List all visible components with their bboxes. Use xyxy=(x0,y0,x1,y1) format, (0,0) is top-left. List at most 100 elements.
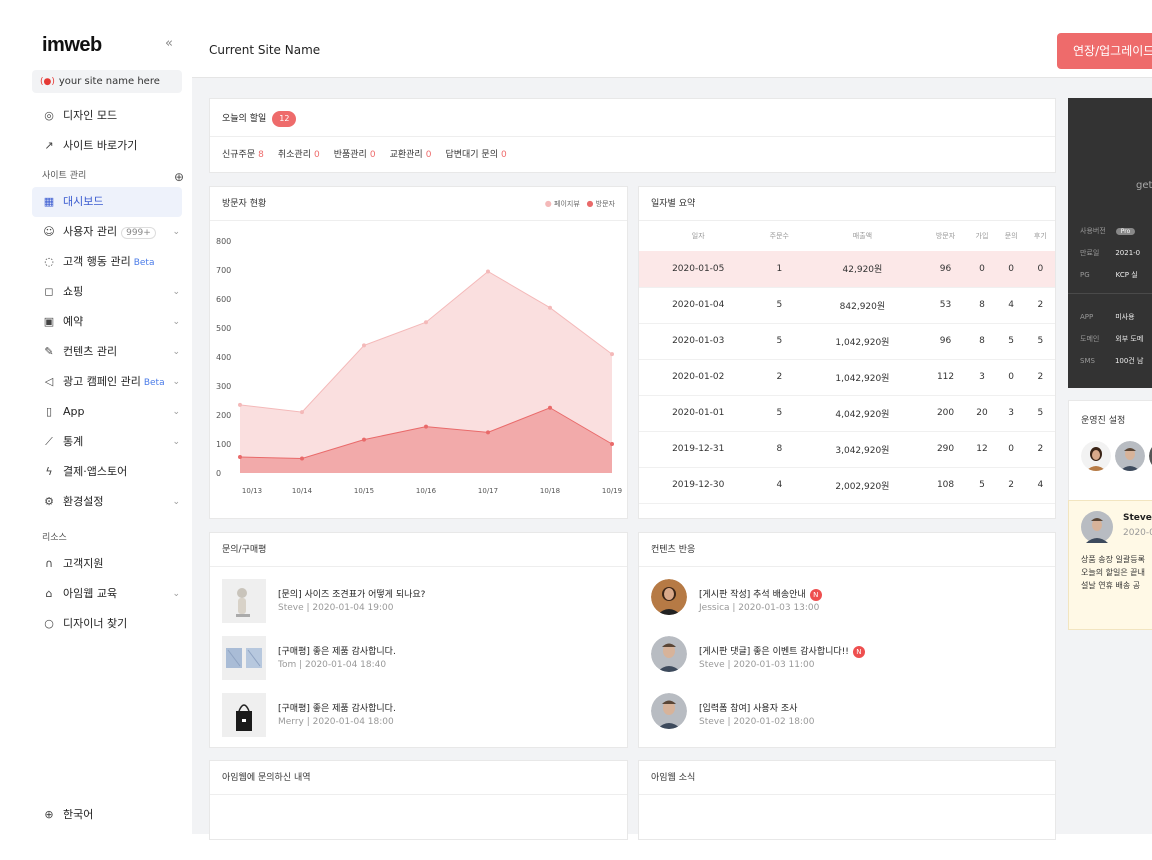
operator-avatar[interactable] xyxy=(1115,441,1145,471)
pg-value: KCP 실 xyxy=(1115,271,1138,279)
todo-stat[interactable]: 반품관리 0 xyxy=(334,150,376,160)
content-meta: Steve | 2020-01-02 18:00 xyxy=(699,717,815,727)
content-title: [입력폼 참여] 사용자 조사 xyxy=(699,704,798,714)
table-row[interactable]: 2020-01-02 2 1,042,920원 112 3 0 2 xyxy=(639,359,1055,396)
globe-icon: ⊕ xyxy=(44,808,54,821)
sidebar-item-gear[interactable]: ⚙ 환경설정 ⌄ xyxy=(22,487,192,517)
todo-stat[interactable]: 교환관리 0 xyxy=(390,150,432,160)
chevron-down-icon: ⌄ xyxy=(172,407,180,417)
sidebar-item-palette[interactable]: ◎ 디자인 모드 xyxy=(22,101,192,131)
content-title-line: [게시판 댓글] 좋은 이벤트 감사합니다!! N xyxy=(699,644,865,658)
sms-value: 100건 남 xyxy=(1114,357,1144,365)
operator-avatar[interactable] xyxy=(1081,441,1111,471)
sidebar-item-label: 광고 캠페인 관리 xyxy=(63,375,141,388)
daily-title: 일자별 요약 xyxy=(651,199,696,209)
y-tick-label: 600 xyxy=(216,295,231,304)
table-row[interactable]: 2019-12-31 8 3,042,920원 290 12 0 2 xyxy=(639,431,1055,468)
site-selector[interactable]: (●) your site name here xyxy=(32,70,182,93)
dashboard-icon: ▦ xyxy=(43,195,55,208)
sidebar-item-external-link[interactable]: ↗ 사이트 바로가기 xyxy=(22,131,192,161)
x-tick-label: 10/16 xyxy=(416,487,437,495)
inquiries-header: 문의/구매평 xyxy=(210,533,627,567)
table-cell: 42,920원 xyxy=(801,251,924,288)
table-cell: 2020-01-05 xyxy=(639,251,758,288)
sidebar-item-edit[interactable]: ✎ 컨텐츠 관리 ⌄ xyxy=(22,337,192,367)
data-point xyxy=(610,352,614,357)
sidebar-item-users[interactable]: ☺ 사용자 관리 999+ ⌄ xyxy=(22,217,192,247)
todo-stat[interactable]: 답변대기 문의 0 xyxy=(445,150,506,160)
sidebar-item-mobile[interactable]: ▯ App ⌄ xyxy=(22,397,192,427)
sidebar-item-target[interactable]: ◌ 고객 행동 관리 Beta xyxy=(22,247,192,277)
content-item[interactable]: [게시판 작성] 추석 배송안내 N Jessica | 2020-01-03 1… xyxy=(639,567,1055,624)
imweb-logo[interactable]: imweb xyxy=(42,34,102,57)
table-cell: 2020-01-04 xyxy=(639,287,758,324)
inquiry-item[interactable]: [구매평] 좋은 제품 감사합니다. Merry | 2020-01-04 18… xyxy=(210,681,627,738)
table-cell: 12 xyxy=(967,431,997,468)
sidebar-item-search[interactable]: ○ 디자이너 찾기 xyxy=(22,609,192,639)
domain-value: 외부 도메 xyxy=(1115,335,1144,343)
review-line: 오늘의 할일은 끝내 xyxy=(1081,568,1145,577)
sidebar-item-graduation[interactable]: ⌂ 아임웹 교육 ⌄ xyxy=(22,579,192,609)
y-tick-label: 300 xyxy=(216,382,231,391)
sidebar-item-label: 컨텐츠 관리 xyxy=(63,345,118,358)
search-icon: ○ xyxy=(44,617,54,630)
todo-stat[interactable]: 신규주문 8 xyxy=(222,150,264,160)
sidebar-item-bolt[interactable]: ϟ 결제·앱스토어 xyxy=(22,457,192,487)
todo-stat-label: 답변대기 문의 xyxy=(445,150,498,160)
sidebar-item-label: 사용자 관리 xyxy=(63,225,118,238)
table-row[interactable]: 2020-01-03 5 1,042,920원 96 8 5 5 xyxy=(639,323,1055,360)
y-tick-label: 0 xyxy=(216,469,221,478)
chevron-down-icon: ⌄ xyxy=(172,589,180,599)
contents-title: 컨텐츠 반응 xyxy=(651,545,696,555)
table-cell: 2,002,920원 xyxy=(801,467,924,504)
todo-stat-value: 0 xyxy=(313,150,320,160)
table-cell: 2 xyxy=(1025,287,1055,324)
graduation-icon: ⌂ xyxy=(45,587,53,600)
data-point xyxy=(238,455,242,460)
table-row[interactable]: 2020-01-04 5 842,920원 53 8 4 2 xyxy=(639,287,1055,324)
content-item[interactable]: [입력폼 참여] 사용자 조사 Steve | 2020-01-02 18:00 xyxy=(639,681,1055,738)
megaphone-icon: ◁ xyxy=(44,375,54,388)
sidebar-item-dashboard[interactable]: ▦ 대시보드 xyxy=(32,187,182,217)
palette-icon: ◎ xyxy=(44,109,54,122)
sidebar-item-headset[interactable]: ∩ 고객지원 xyxy=(22,549,192,579)
sidebar-item-megaphone[interactable]: ◁ 광고 캠페인 관리 Beta ⌄ xyxy=(22,367,192,397)
inquiries-title: 문의/구매평 xyxy=(222,545,267,555)
content-item[interactable]: [게시판 댓글] 좋은 이벤트 감사합니다!! N Steve | 2020-01… xyxy=(639,624,1055,681)
daily-table: 일자 주문수 매출액 방문자 가입 문의 후기 2020-01-05 1 42,920원 96 0 0… xyxy=(639,221,1055,504)
table-row[interactable]: 2019-12-30 4 2,002,920원 108 5 2 4 xyxy=(639,467,1055,504)
column-header: 문의 xyxy=(1004,232,1018,240)
inquiry-title: [구매평] 좋은 제품 감사합니다. xyxy=(278,647,396,657)
inquiry-item[interactable]: [문의] 사이즈 조견표가 어떻게 되나요? Steve | 2020-01-0… xyxy=(210,567,627,624)
x-tick-label: 10/17 xyxy=(478,487,498,495)
sidebar-item-bag[interactable]: ◻ 쇼핑 ⌄ xyxy=(22,277,192,307)
chevron-down-icon: ⌄ xyxy=(172,287,180,297)
sidebar: imweb « (●) your site name here ◎ 디자인 모드 ↗ 사… xyxy=(22,24,192,834)
language-selector[interactable]: ⊕ 한국어 xyxy=(22,800,192,830)
todo-stat-value: 8 xyxy=(258,150,264,160)
sidebar-item-label: 사이트 바로가기 xyxy=(63,139,138,152)
plan-get-text: get xyxy=(1136,180,1152,191)
sidebar-item-calendar[interactable]: ▣ 예약 ⌄ xyxy=(22,307,192,337)
table-cell: 2 xyxy=(1025,359,1055,396)
table-row[interactable]: 2020-01-01 5 4,042,920원 200 20 3 5 xyxy=(639,395,1055,432)
table-cell: 1,042,920원 xyxy=(801,323,924,360)
product-thumbnail xyxy=(222,693,266,737)
expiry-value: 2021-0 xyxy=(1115,249,1141,257)
table-cell: 20 xyxy=(967,395,997,432)
table-cell: 2 xyxy=(757,359,802,396)
sidebar-item-label: 고객 행동 관리 xyxy=(63,255,131,268)
y-tick-label: 100 xyxy=(216,440,231,449)
table-row[interactable]: 2020-01-05 1 42,920원 96 0 0 0 xyxy=(639,251,1055,288)
sidebar-item-chart[interactable]: ⟋ 통계 ⌄ xyxy=(22,427,192,457)
table-cell: 0 xyxy=(996,431,1026,468)
data-point xyxy=(362,437,366,442)
todo-stat[interactable]: 취소관리 0 xyxy=(278,150,320,160)
avatar xyxy=(651,693,687,729)
chart-legend: ● 페이지뷰 ● 방문자 xyxy=(545,187,615,221)
content-meta: Jessica | 2020-01-03 13:00 xyxy=(699,603,820,613)
upgrade-button[interactable]: 연장/업그레이드 xyxy=(1057,33,1152,69)
inquiry-item[interactable]: [구매평] 좋은 제품 감사합니다. Tom | 2020-01-04 18:4… xyxy=(210,624,627,681)
collapse-sidebar-icon[interactable]: « xyxy=(165,36,173,51)
review-date: 2020-0 xyxy=(1123,528,1152,538)
